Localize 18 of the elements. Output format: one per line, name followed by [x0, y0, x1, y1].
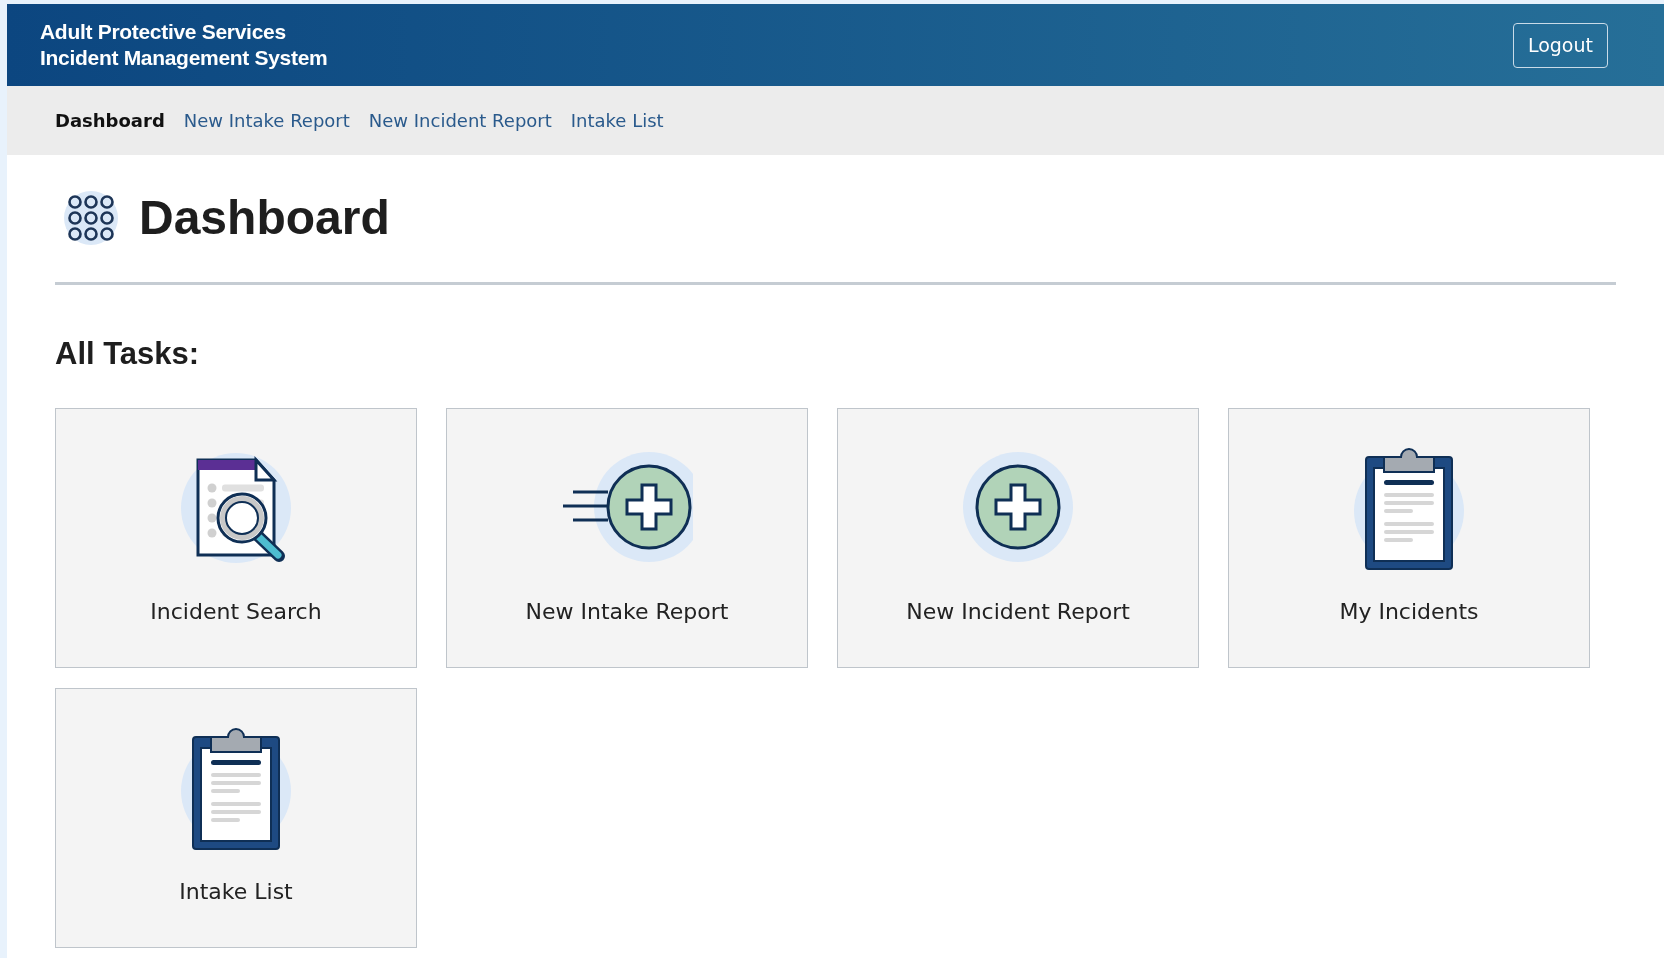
- app-title: Incident Management System: [40, 45, 328, 71]
- task-card[interactable]: New Intake Report: [446, 407, 808, 668]
- task-card[interactable]: Incident Search: [55, 407, 417, 668]
- task-card[interactable]: My Incidents: [1228, 407, 1590, 668]
- section-title: All Tasks:: [55, 335, 201, 373]
- page-title: Dashboard: [139, 190, 390, 246]
- app-title: Adult Protective Services: [40, 19, 287, 45]
- nav-link[interactable]: New Intake Report: [183, 107, 350, 134]
- logout-button[interactable]: Logout: [1512, 22, 1608, 68]
- nav-link[interactable]: Dashboard: [55, 107, 165, 134]
- task-card[interactable]: New Incident Report: [837, 407, 1199, 668]
- add-icon: [561, 451, 693, 564]
- task-card[interactable]: Intake List: [55, 687, 417, 948]
- nav-link[interactable]: New Incident Report: [368, 107, 552, 134]
- nav-link[interactable]: Intake List: [570, 107, 664, 134]
- add-icon: [962, 451, 1074, 564]
- grid-icon: [63, 190, 119, 246]
- document-search-icon: [180, 451, 292, 564]
